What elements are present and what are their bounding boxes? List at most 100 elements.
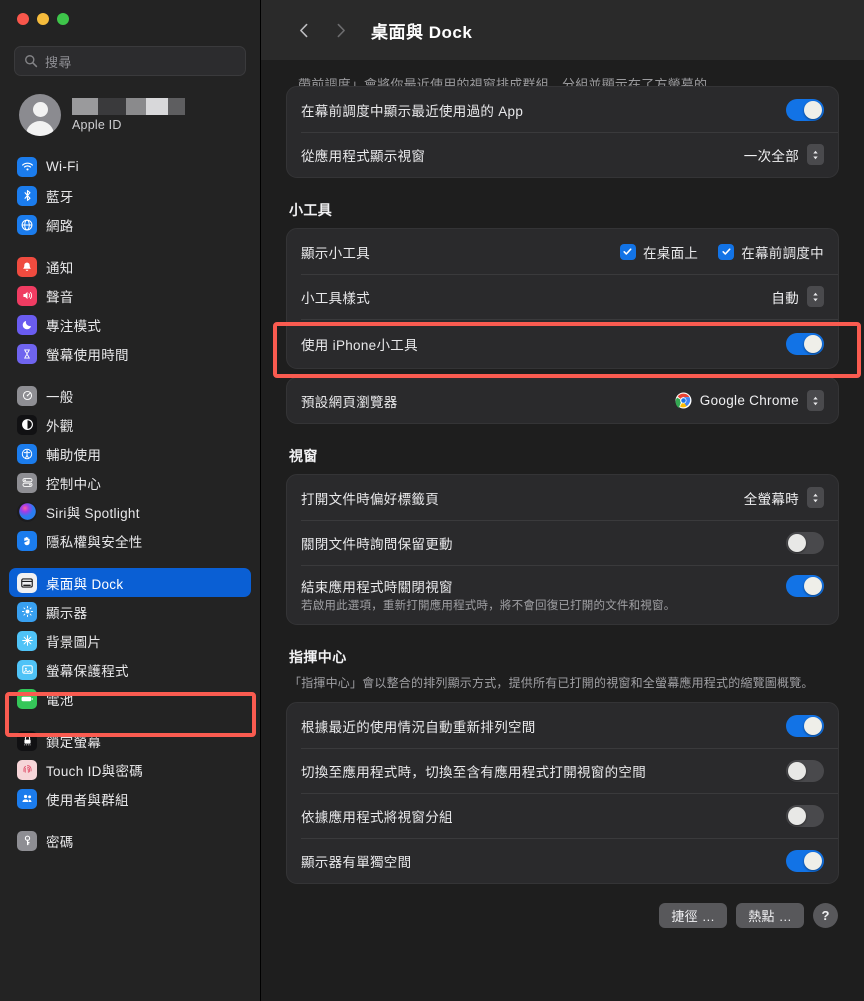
chevron-updown-icon[interactable] [807,144,824,165]
sidebar-item-label: 密碼 [46,834,74,850]
toggle-close-windows-on-quit[interactable] [786,575,824,597]
help-button[interactable]: ? [813,903,838,929]
sidebar-item-sound[interactable]: 聲音 [9,281,251,310]
sidebar-item-label: 鎖定螢幕 [46,734,102,750]
search-placeholder: 搜尋 [45,54,72,70]
control-center-icon [17,472,37,493]
sidebar-item-wallpaper[interactable]: 背景圖片 [9,626,251,655]
row-show-widgets[interactable]: 顯示小工具 在桌面上 在幕前調度中 [287,229,838,274]
search-input[interactable]: 搜尋 [14,46,246,76]
sidebar-item-network[interactable]: 網路 [9,210,251,239]
row-control [786,849,824,872]
row-label: 在幕前調度中顯示最近使用過的 App [301,103,524,119]
checkbox-label: 在桌面上 [642,245,699,261]
wallpaper-icon [17,630,37,651]
row-group-windows-by-app[interactable]: 依據應用程式將視窗分組 [287,793,838,838]
row-switch-to-space-with-windows[interactable]: 切換至應用程式時，切換至含有應用程式打開視窗的空間 [287,748,838,793]
toggle-displays-have-separate-spaces[interactable] [786,849,824,872]
sidebar-item-general[interactable]: 一般 [9,381,251,410]
shortcuts-button[interactable]: 捷徑 … [659,903,728,929]
sidebar-item-notifications[interactable]: 通知 [9,252,251,281]
bluetooth-icon [17,185,37,206]
row-control [786,759,824,782]
toggle-auto-rearrange-spaces[interactable] [786,714,824,737]
sidebar-item-focus[interactable]: 專注模式 [9,310,251,339]
sidebar-item-screensaver[interactable]: 螢幕保護程式 [9,655,251,684]
footer-buttons: 捷徑 … 熱點 … ? [286,884,839,929]
row-displays-have-separate-spaces[interactable]: 顯示器有單獨空間 [287,838,838,883]
close-button[interactable] [17,13,29,25]
row-label: 小工具樣式 [301,290,370,306]
row-control: 在桌面上 在幕前調度中 [619,242,824,262]
sidebar-item-passwords[interactable]: 密碼 [9,826,251,855]
row-main-line: 結束應用程式時關閉視窗 [301,572,824,600]
chevron-updown-icon[interactable] [807,286,824,307]
sidebar-item-privacy-security[interactable]: 隱私權與安全性 [9,526,251,555]
battery-icon [17,688,37,709]
row-close-windows-on-quit[interactable]: 結束應用程式時關閉視窗 若啟用此選項，重新打開應用程式時，將不會回復已打開的文件… [287,565,838,624]
sidebar-item-label: 輔助使用 [46,447,102,463]
account-row[interactable]: Apple ID [0,76,260,146]
row-control [786,98,824,121]
sidebar-item-label: 專注模式 [46,318,102,334]
sidebar-item-accessibility[interactable]: 輔助使用 [9,439,251,468]
account-text: Apple ID [72,98,185,132]
row-use-iphone-widgets[interactable]: 使用 iPhone小工具 [287,319,838,368]
row-auto-rearrange-spaces[interactable]: 根據最近的使用情況自動重新排列空間 [287,703,838,748]
section-title-window: 視窗 [289,448,318,464]
row-show-recent-apps[interactable]: 在幕前調度中顯示最近使用過的 App [287,87,838,132]
section-title-mission-control: 指揮中心 [289,649,347,665]
row-prefer-tabs[interactable]: 打開文件時偏好標籤頁 全螢幕時 [287,475,838,520]
toggle-use-iphone-widgets[interactable] [786,332,824,355]
sidebar-item-bluetooth[interactable]: 藍牙 [9,181,251,210]
privacy-hand-icon [17,530,37,551]
sidebar-item-screen-time[interactable]: 螢幕使用時間 [9,339,251,368]
content-pane: 桌面與 Dock 帶前調度」會將你最近使用的視窗排成群組，分組並顯示在了方螢幕的… [261,0,864,1001]
sidebar-item-touch-id[interactable]: Touch ID與密碼 [9,755,251,784]
sidebar-item-label: Touch ID與密碼 [46,763,144,779]
zoom-button[interactable] [57,13,69,25]
minimize-button[interactable] [37,13,49,25]
toggle-group-windows-by-app[interactable] [786,804,824,827]
toggle-show-recent-apps[interactable] [786,98,824,121]
sidebar-item-appearance[interactable]: 外觀 [9,410,251,439]
sidebar-item-label: 外觀 [46,418,74,434]
sidebar-item-lock-screen[interactable]: 鎖定螢幕 [9,726,251,755]
sidebar-item-label: 桌面與 Dock [46,576,124,592]
checkbox-on-desktop[interactable]: 在桌面上 [619,242,699,262]
row-show-windows-from-app[interactable]: 從應用程式顯示視窗 一次全部 [287,132,838,177]
sidebar-item-control-center[interactable]: 控制中心 [9,468,251,497]
forward-button[interactable] [323,13,357,47]
sidebar-item-desktop-dock[interactable]: 桌面與 Dock [9,568,251,597]
row-control: 全螢幕時 [744,487,824,508]
hot-corners-button[interactable]: 熱點 … [736,903,804,929]
section-description-mission-control: 「指揮中心」會以整合的排列顯示方式，提供所有已打開的視窗和全螢幕應用程式的縮覽圖… [289,676,814,690]
sidebar-item-label: 螢幕使用時間 [46,347,129,363]
settings-scroll-area[interactable]: 帶前調度」會將你最近使用的視窗排成群組，分組並顯示在了方螢幕的 在幕前調度中顯示… [261,60,864,1001]
row-widget-style[interactable]: 小工具樣式 自動 [287,274,838,319]
sidebar-item-label: 顯示器 [46,605,88,621]
screensaver-icon [17,659,37,680]
sidebar-item-siri-spotlight[interactable]: Siri與 Spotlight [9,497,251,526]
chevron-updown-icon[interactable] [807,487,824,508]
sidebar-item-users-groups[interactable]: 使用者與群組 [9,784,251,813]
toggle-knob [804,851,822,870]
checkbox-in-stage-manager[interactable]: 在幕前調度中 [718,242,824,262]
passwords-key-icon [17,830,37,851]
sidebar-nav: Wi-Fi 藍牙 網路 通知 聲音 專注模式 螢幕使用時間 一般 外觀 輔助使用… [0,146,260,868]
sidebar-item-battery[interactable]: 電池 [9,684,251,713]
sidebar-group-system: 一般 外觀 輔助使用 控制中心 Siri與 Spotlight 隱私權與安全性 [9,381,251,568]
toggle-switch-to-space-with-windows[interactable] [786,759,824,782]
general-gear-icon [17,385,37,406]
popup-value: 自動 [771,290,799,306]
row-default-browser[interactable]: 預設網頁瀏覽器 Google Chrome [287,378,838,423]
toggle-ask-keep-changes[interactable] [786,531,824,554]
sidebar-item-wifi[interactable]: Wi-Fi [9,152,251,181]
sidebar-item-label: 網路 [46,218,74,234]
back-button[interactable] [287,13,321,47]
sidebar-item-displays[interactable]: 顯示器 [9,597,251,626]
window-controls [0,0,260,36]
chevron-updown-icon[interactable] [807,390,824,411]
sidebar-item-label: 背景圖片 [46,634,102,650]
row-ask-keep-changes[interactable]: 關閉文件時詢問保留更動 [287,520,838,565]
